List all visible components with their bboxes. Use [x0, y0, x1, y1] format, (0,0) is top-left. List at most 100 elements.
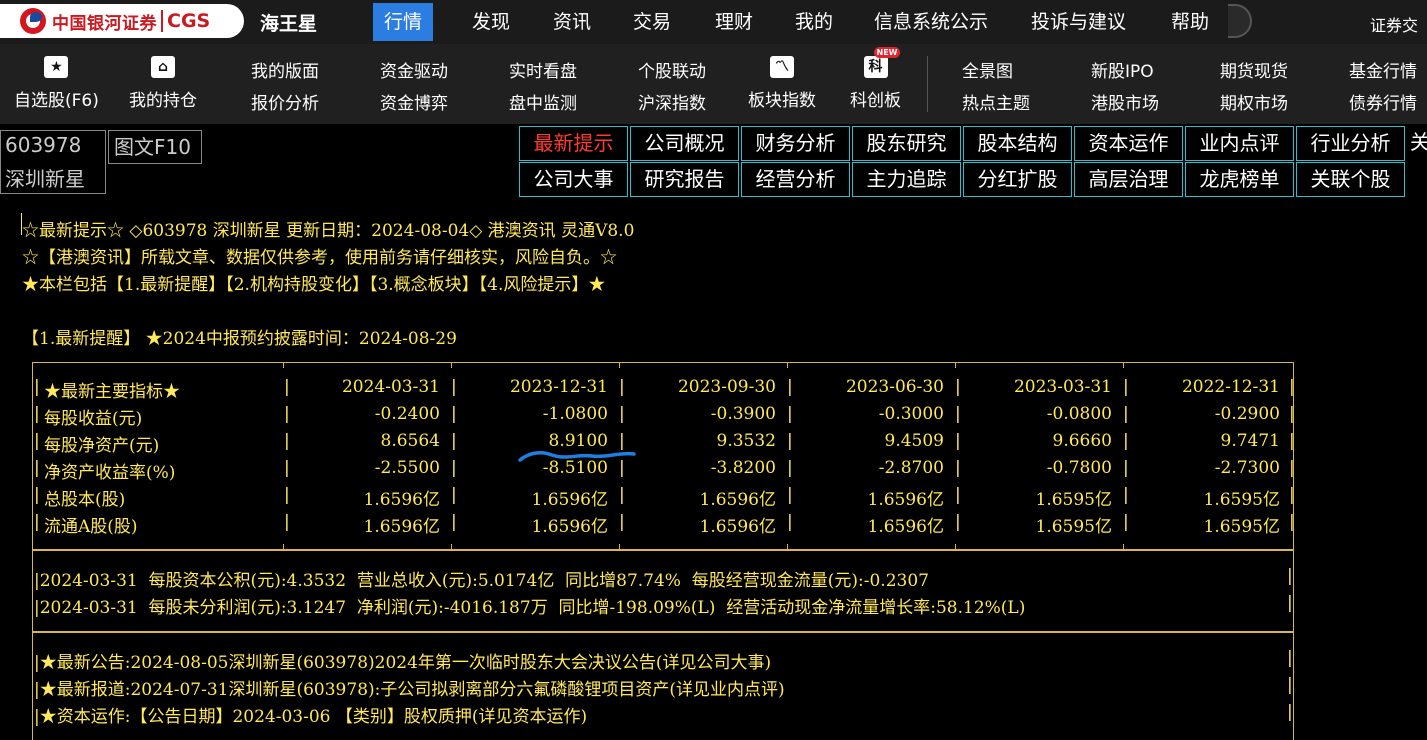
toggle-knob[interactable]: [1228, 4, 1252, 38]
fund-quotes-link[interactable]: 基金行情: [1349, 56, 1417, 88]
hk-market-link[interactable]: 港股市场: [1091, 88, 1159, 120]
table-header-date: 2023-03-31: [1013, 377, 1112, 397]
frame-tick: [451, 362, 452, 368]
securities-trade-link[interactable]: 证券交: [1370, 12, 1418, 36]
hot-topics-link[interactable]: 热点主题: [962, 88, 1030, 120]
star-market-button[interactable]: 科 NEW 科创板: [850, 47, 901, 111]
tab-share-structure[interactable]: 股本结构: [963, 126, 1072, 161]
futures-spot-link[interactable]: 期货现货: [1220, 56, 1288, 88]
tab-related-stocks[interactable]: 关联个股: [1296, 162, 1405, 197]
holdings-button[interactable]: ⌂ 我的持仓: [129, 56, 197, 111]
tab-company-profile[interactable]: 公司概况: [630, 126, 739, 161]
table-cell: -0.3000: [878, 404, 944, 424]
table-row-label: 净资产收益率(%): [44, 463, 176, 483]
tab-financial-analysis[interactable]: 财务分析: [741, 126, 850, 161]
tab-industry-analysis[interactable]: 行业分析: [1296, 126, 1405, 161]
table-column-separator: |: [955, 458, 961, 478]
tab-f10[interactable]: 图文F10: [108, 130, 202, 164]
frame-tick: [1123, 544, 1124, 550]
tab-capital-operation[interactable]: 资本运作: [1074, 126, 1183, 161]
tab-shareholder-research[interactable]: 股东研究: [852, 126, 961, 161]
menu-market[interactable]: 行情: [373, 3, 434, 41]
ipo-link[interactable]: 新股IPO: [1091, 56, 1159, 88]
table-cell: 9.4509: [884, 431, 944, 451]
table-column-separator: |: [451, 512, 457, 532]
stock-identifier[interactable]: 603978 深圳新星: [0, 130, 106, 194]
menu-complaints[interactable]: 投诉与建议: [1020, 3, 1137, 41]
frame-tick: [787, 362, 788, 368]
tab-operation-analysis[interactable]: 经营分析: [741, 162, 850, 197]
tab-overflow[interactable]: 关: [1410, 126, 1427, 159]
sh-sz-index-link[interactable]: 沪深指数: [638, 88, 706, 120]
holdings-label: 我的持仓: [129, 91, 197, 111]
table-column-separator: |: [451, 404, 457, 424]
tab-latest-tips[interactable]: 最新提示: [519, 126, 628, 161]
table-column-separator: |: [284, 485, 290, 505]
frame-tick: [283, 362, 284, 368]
table-row-label: 每股净资产(元): [44, 436, 160, 456]
table-column-separator: |: [787, 431, 793, 451]
summary-text: 2024-03-31 每股未分利润(元):3.1247 净利润(元):-4016…: [39, 598, 1026, 618]
tab-dividends[interactable]: 分红扩股: [963, 162, 1072, 197]
summary-line-1: |2024-03-31 每股资本公积(元):4.3532 营业总收入(元):5.…: [34, 571, 929, 591]
tab-dragon-tiger-list[interactable]: 龙虎榜单: [1185, 162, 1294, 197]
table-column-separator: |: [1289, 458, 1295, 478]
quote-analysis-link[interactable]: 报价分析: [251, 88, 319, 120]
table-cell: 1.6596亿: [867, 490, 944, 510]
news-text: ★最新报道:2024-07-31深圳新星(603978):子公司拟剥离部分六氟磷…: [39, 680, 785, 700]
table-header-label: ★最新主要指标★: [44, 382, 180, 402]
table-header-date: 2023-06-30: [845, 377, 944, 397]
stock-code: 603978: [5, 133, 82, 157]
table-cell: 9.6660: [1052, 431, 1112, 451]
stock-name: 深圳新星: [5, 167, 85, 191]
frame-tick: [451, 544, 452, 550]
tab-company-events[interactable]: 公司大事: [519, 162, 628, 197]
menu-mine[interactable]: 我的: [784, 3, 844, 41]
news-line-report[interactable]: |★最新报道:2024-07-31深圳新星(603978):子公司拟剥离部分六氟…: [34, 675, 785, 700]
table-cell: 1.6596亿: [363, 517, 440, 537]
tab-governance[interactable]: 高层治理: [1074, 162, 1183, 197]
news-line-capital[interactable]: |★资本运作:【公告日期】2024-03-06 【类别】股权质押(详见资本运作): [34, 702, 587, 727]
tab-main-force-tracking[interactable]: 主力追踪: [852, 162, 961, 197]
news-text: ★最新公告:2024-08-05深圳新星(603978)2024年第一次临时股东…: [39, 653, 772, 673]
menu-trade[interactable]: 交易: [622, 3, 682, 41]
new-badge: NEW: [873, 47, 901, 58]
toolbar-group-layout: 我的版面 报价分析: [251, 56, 319, 120]
tab-research-reports[interactable]: 研究报告: [630, 162, 739, 197]
realtime-view-link[interactable]: 实时看盘: [509, 56, 577, 88]
bond-quotes-link[interactable]: 债券行情: [1349, 88, 1417, 120]
table-column-separator: |: [1123, 512, 1129, 532]
table-column-separator: |: [451, 431, 457, 451]
star-market-icon: 科 NEW: [863, 47, 901, 78]
sector-index-button[interactable]: 〽 板块指数: [748, 56, 816, 111]
fund-game-link[interactable]: 资金博弈: [380, 88, 448, 120]
intraday-monitor-link[interactable]: 盘中监测: [509, 88, 577, 120]
my-layout-link[interactable]: 我的版面: [251, 56, 319, 88]
table-column-separator: |: [955, 431, 961, 451]
brand-logo-icon: [20, 8, 46, 34]
table-column-separator: |: [1289, 512, 1295, 532]
panorama-link[interactable]: 全景图: [962, 56, 1030, 88]
menu-news[interactable]: 资讯: [542, 3, 602, 41]
menu-info-disclosure[interactable]: 信息系统公示: [863, 3, 999, 41]
table-cell: 9.7471: [1220, 431, 1280, 451]
table-cell: 1.6596亿: [363, 490, 440, 510]
menu-wealth[interactable]: 理财: [704, 3, 764, 41]
watchlist-button[interactable]: ★ 自选股(F6): [14, 56, 99, 111]
news-line-announcement[interactable]: |★最新公告:2024-08-05深圳新星(603978)2024年第一次临时股…: [34, 648, 771, 673]
stock-linkage-link[interactable]: 个股联动: [638, 56, 706, 88]
summary-bar: |: [1287, 593, 1293, 613]
menu-discover[interactable]: 发现: [461, 3, 521, 41]
table-column-separator: |: [1123, 404, 1129, 424]
table-left-separator: |: [34, 512, 40, 532]
table-column-separator: |: [284, 377, 290, 397]
tab-industry-comments[interactable]: 业内点评: [1185, 126, 1294, 161]
fund-drive-link[interactable]: 资金驱动: [380, 56, 448, 88]
menu-help[interactable]: 帮助: [1160, 3, 1220, 41]
table-column-separator: |: [787, 404, 793, 424]
table-column-separator: |: [451, 485, 457, 505]
table-cell: -0.2400: [374, 404, 440, 424]
options-market-link[interactable]: 期权市场: [1220, 88, 1288, 120]
frame-tick: [1123, 362, 1124, 368]
table-cell: 1.6595亿: [1035, 490, 1112, 510]
